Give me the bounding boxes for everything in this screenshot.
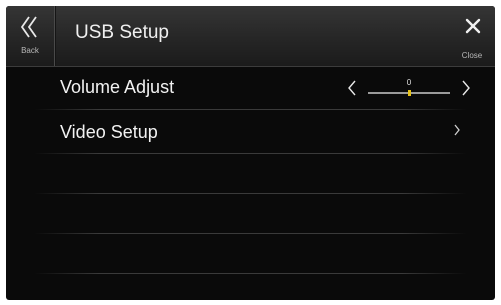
row-divider (34, 153, 467, 154)
close-button[interactable]: Close (449, 6, 495, 66)
chevron-right-icon (454, 124, 460, 136)
header-bar: Back USB Setup Close (6, 6, 495, 67)
double-chevron-left-icon (20, 16, 37, 38)
page-title: USB Setup (75, 22, 169, 43)
settings-list: Volume Adjust 0 Video Setup (6, 67, 495, 300)
back-button[interactable]: Back (6, 6, 55, 66)
slider-thumb[interactable] (408, 90, 411, 96)
close-label: Close (461, 51, 483, 60)
row-divider (34, 233, 467, 234)
volume-increase-button[interactable] (460, 75, 478, 101)
video-setup-row[interactable]: Video Setup (6, 111, 495, 151)
slider-track[interactable]: 0 (368, 78, 450, 96)
row-divider (34, 109, 467, 110)
video-setup-label: Video Setup (60, 122, 158, 142)
row-divider (34, 193, 467, 194)
volume-adjust-label: Volume Adjust (60, 77, 175, 97)
chevron-right-icon (462, 80, 470, 96)
close-x-icon (465, 18, 481, 34)
volume-decrease-button[interactable] (346, 75, 364, 101)
volume-adjust-row: Volume Adjust 0 (6, 67, 495, 107)
row-divider (34, 273, 467, 274)
chevron-left-icon (348, 80, 356, 96)
volume-adjust-slider[interactable]: 0 (346, 75, 476, 101)
slider-value: 0 (406, 78, 412, 87)
usb-setup-screen: Back USB Setup Close Volume Adjust 0 Vid… (6, 6, 495, 300)
back-label: Back (21, 46, 39, 55)
